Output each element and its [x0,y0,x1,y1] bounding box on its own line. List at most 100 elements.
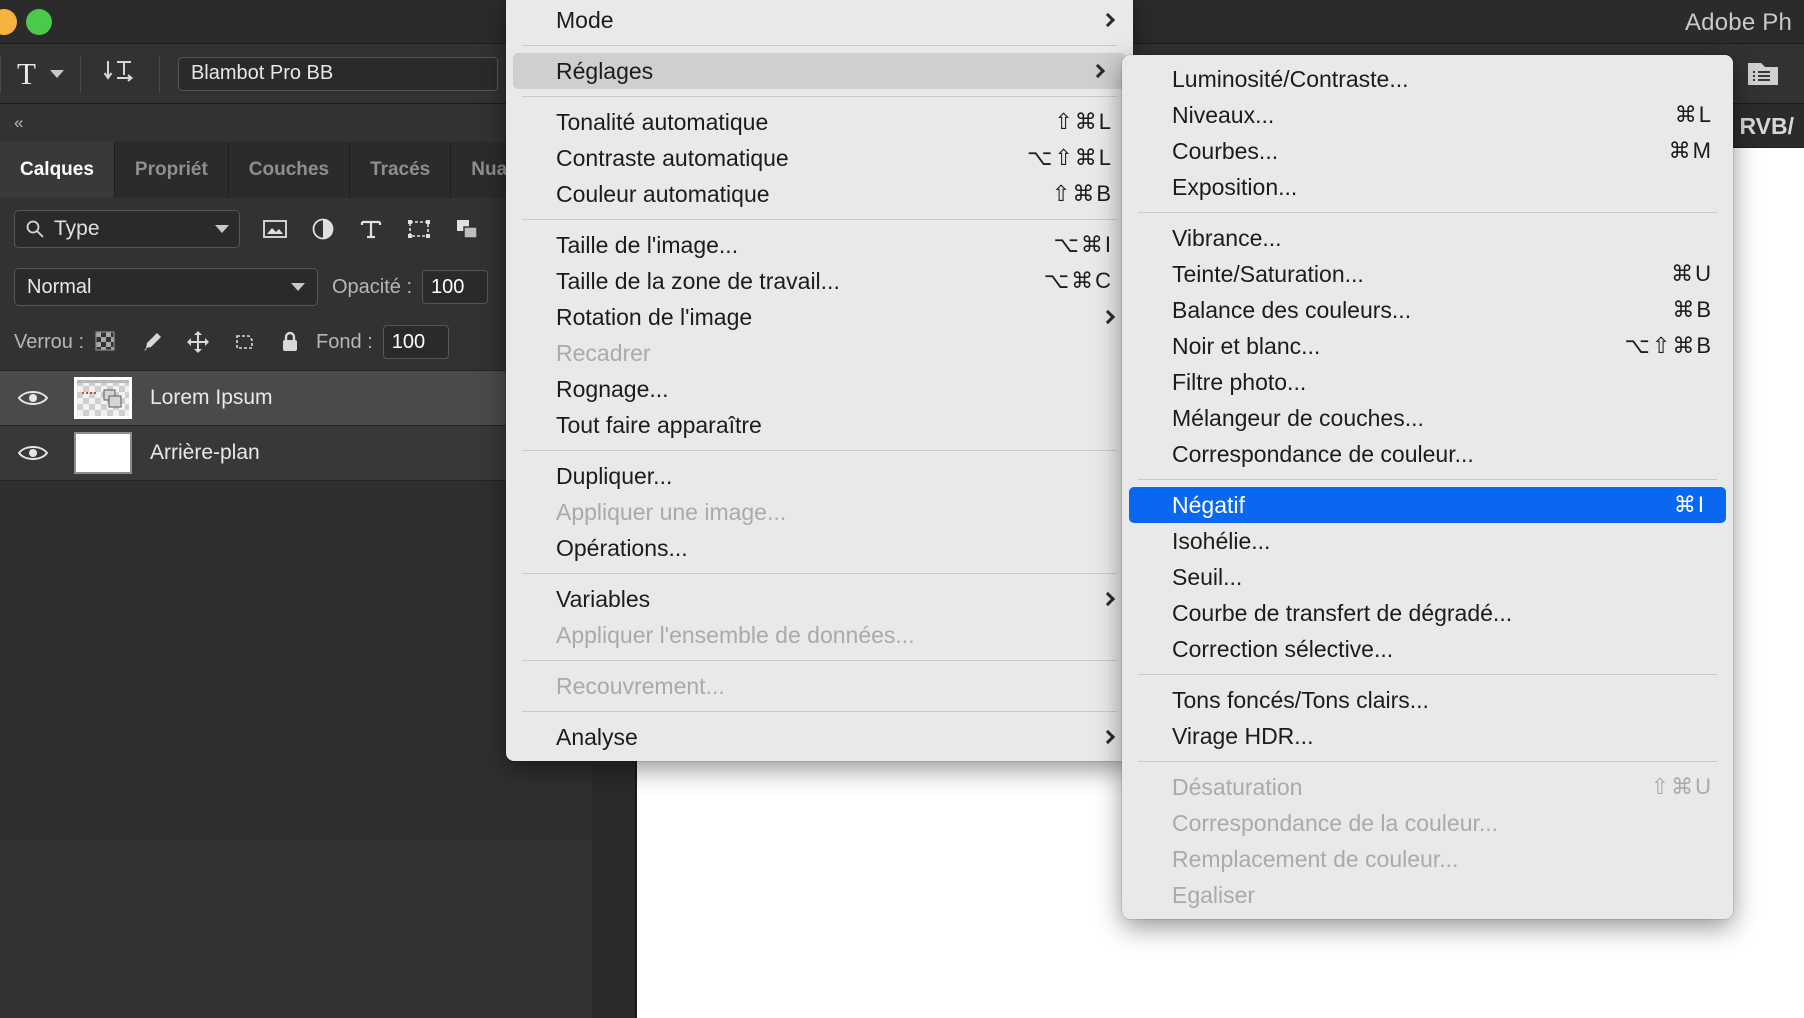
opacity-input[interactable]: 100 [422,270,489,304]
menu-item-correspondance-de-couleur[interactable]: Correspondance de couleur... [1122,436,1733,472]
table-row[interactable]: Arrière-plan [0,426,592,481]
layer-thumbnail[interactable] [66,432,140,474]
menu-item-taille-zone-de-travail[interactable]: Taille de la zone de travail... ⌥⌘C [506,263,1133,299]
menu-item-recouvrement: Recouvrement... [506,668,1133,704]
tab-label: Tracés [370,159,431,180]
shape-filter-icon[interactable] [406,216,432,242]
menu-item-label: Remplacement de couleur... [1172,845,1459,872]
adjustment-filter-icon[interactable] [310,216,336,242]
menu-item-desaturation: Désaturation ⇧⌘U [1122,769,1733,805]
menu-item-tout-faire-apparaitre[interactable]: Tout faire apparaître [506,407,1133,443]
menu-item-noir-et-blanc[interactable]: Noir et blanc... ⌥⇧⌘B [1122,328,1733,364]
chevron-down-icon[interactable] [215,225,229,233]
menu-item-taille-de-limage[interactable]: Taille de l'image... ⌥⌘I [506,227,1133,263]
menu-item-variables[interactable]: Variables [506,581,1133,617]
menu-item-remplacement-de-couleur: Remplacement de couleur... [1122,841,1733,877]
menu-item-isohelie[interactable]: Isohélie... [1122,523,1733,559]
menu-item-teinte-saturation[interactable]: Teinte/Saturation... ⌘U [1122,256,1733,292]
tab-calques[interactable]: Calques [0,142,115,198]
menu-item-mode[interactable]: Mode [506,2,1133,38]
menu-item-virage-hdr[interactable]: Virage HDR... [1122,718,1733,754]
menu-item-label: Filtre photo... [1172,368,1307,395]
menu-item-appliquer-ensemble-de-donnees: Appliquer l'ensemble de données... [506,617,1133,653]
text-orientation-icon[interactable] [81,56,159,91]
menu-item-shortcut: ⌥⌘I [1053,232,1113,257]
app-window: Adobe Ph T Blambot Pro BB n, RVB/ « Calq… [0,0,1804,1018]
menu-item-label: Taille de la zone de travail... [556,267,840,294]
menu-item-label: Taille de l'image... [556,231,739,258]
menu-item-shortcut: ⌥⌘C [1043,268,1113,293]
lock-transparency-icon[interactable] [94,330,118,354]
character-panel-icon[interactable] [1746,59,1780,89]
menu-item-correspondance-de-la-couleur: Correspondance de la couleur... [1122,805,1733,841]
menu-item-negatif[interactable]: Négatif ⌘I [1129,487,1726,523]
chevron-down-icon[interactable] [291,283,305,291]
lock-artboard-icon[interactable] [232,330,256,354]
blend-mode-select[interactable]: Normal [14,268,318,306]
menu-item-rotation-de-limage[interactable]: Rotation de l'image [506,299,1133,335]
menu-item-luminosite-contraste[interactable]: Luminosité/Contraste... [1122,61,1733,97]
menu-item-tons-fonces-tons-clairs[interactable]: Tons foncés/Tons clairs... [1122,682,1733,718]
menu-item-exposition[interactable]: Exposition... [1122,169,1733,205]
panel-collapse-row[interactable]: « [0,104,592,142]
menu-item-label: Recouvrement... [556,672,725,699]
menu-item-analyse[interactable]: Analyse [506,719,1133,755]
minimize-button[interactable] [0,8,17,35]
fill-label: Fond : [316,330,373,353]
fill-input[interactable]: 100 [382,325,449,359]
menu-item-courbe-de-transfert-de-degrade[interactable]: Courbe de transfert de dégradé... [1122,595,1733,631]
menu-item-contraste-automatique[interactable]: Contraste automatique ⌥⇧⌘L [506,140,1133,176]
window-controls[interactable] [0,8,52,35]
layer-list-empty-area [0,481,592,841]
menu-item-niveaux[interactable]: Niveaux... ⌘L [1122,97,1733,133]
font-family-input[interactable]: Blambot Pro BB [177,56,498,91]
menu-item-balance-des-couleurs[interactable]: Balance des couleurs... ⌘B [1122,292,1733,328]
search-icon [26,220,44,238]
text-tool-selector[interactable]: T [1,58,80,89]
divider [158,54,160,93]
menu-reglages: Luminosité/Contraste... Niveaux... ⌘L Co… [1122,55,1733,919]
menu-item-label: Désaturation [1172,773,1303,800]
menu-item-couleur-automatique[interactable]: Couleur automatique ⇧⌘B [506,176,1133,212]
collapse-left-icon[interactable]: « [14,113,24,133]
menu-item-courbes[interactable]: Courbes... ⌘M [1122,133,1733,169]
eye-icon[interactable] [0,442,66,464]
lock-pixels-icon[interactable] [140,330,164,354]
opacity-label: Opacité : [332,275,413,298]
tab-traces[interactable]: Tracés [350,142,452,198]
text-filter-icon[interactable] [358,216,384,242]
menu-item-label: Rognage... [556,375,669,402]
menu-item-label: Rotation de l'image [556,303,753,330]
menu-item-seuil[interactable]: Seuil... [1122,559,1733,595]
tab-proprietes[interactable]: Propriét [115,142,229,198]
lock-all-icon[interactable] [278,330,302,354]
eye-icon[interactable] [0,387,66,409]
menu-item-operations[interactable]: Opérations... [506,530,1133,566]
smartobject-filter-icon[interactable] [454,216,480,242]
menu-item-reglages[interactable]: Réglages [513,53,1126,89]
image-filter-icon[interactable] [262,216,288,242]
blend-mode-value: Normal [27,275,92,298]
chevron-right-icon [1100,729,1116,745]
menu-item-rognage[interactable]: Rognage... [506,371,1133,407]
menu-item-tonalite-automatique[interactable]: Tonalité automatique ⇧⌘L [506,104,1133,140]
menu-separator [522,711,1117,712]
menu-item-correction-selective[interactable]: Correction sélective... [1122,631,1733,667]
menu-item-melangeur-de-couches[interactable]: Mélangeur de couches... [1122,400,1733,436]
lock-icons [94,330,302,354]
menu-item-dupliquer[interactable]: Dupliquer... [506,458,1133,494]
menu-item-vibrance[interactable]: Vibrance... [1122,220,1733,256]
tab-couches[interactable]: Couches [229,142,351,198]
lock-position-icon[interactable] [186,330,210,354]
menu-item-label: Négatif [1172,491,1245,518]
menu-item-label: Correspondance de la couleur... [1172,809,1499,836]
menu-item-filtre-photo[interactable]: Filtre photo... [1122,364,1733,400]
menu-item-label: Egaliser [1172,881,1256,908]
maximize-button[interactable] [26,8,52,35]
layer-filter-select[interactable]: Type [14,210,240,248]
menu-item-label: Appliquer une image... [556,498,787,525]
layer-thumbnail[interactable] [66,377,140,419]
chevron-down-icon[interactable] [49,69,64,78]
chevron-right-icon [1100,12,1116,28]
table-row[interactable]: Lorem Ipsum [0,371,592,426]
